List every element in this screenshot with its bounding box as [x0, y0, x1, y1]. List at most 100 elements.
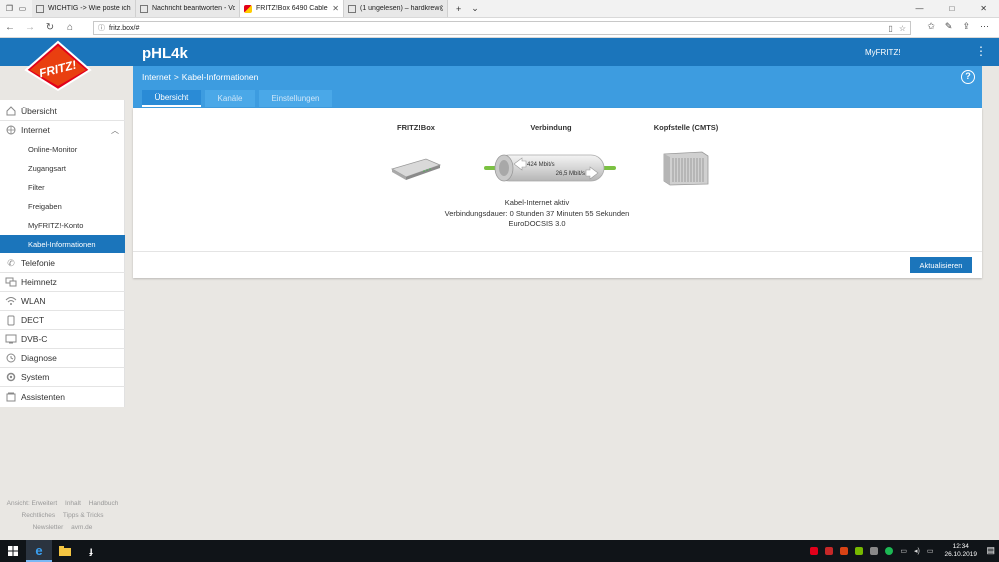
- sidebar-item-filter[interactable]: Filter: [0, 178, 125, 196]
- url-input[interactable]: ⓘ fritz.box/# ▯ ☆: [93, 21, 911, 35]
- home-icon: [4, 105, 18, 117]
- tab-title: Nachricht beantworten - Vo: [152, 5, 235, 12]
- url-text[interactable]: fritz.box/#: [109, 25, 882, 32]
- wifi-icon: [4, 295, 18, 307]
- forward-icon[interactable]: →: [20, 22, 40, 33]
- browser-tab[interactable]: WICHTIG -> Wie poste ich e: [32, 0, 136, 17]
- connection-tube: 424 Mbit/s 26,5 Mbit/s: [484, 154, 616, 182]
- sidebar-item-dvb-c[interactable]: DVB-C: [0, 330, 125, 348]
- sidebar-item-telefonie[interactable]: ✆ Telefonie: [0, 254, 125, 272]
- close-tab-icon[interactable]: ✕: [332, 4, 339, 13]
- clock[interactable]: 12:34 26.10.2019: [944, 543, 977, 559]
- browser-tab[interactable]: Nachricht beantworten - Vo: [136, 0, 240, 17]
- reading-view-icon[interactable]: ▯: [888, 24, 892, 33]
- footer-link[interactable]: avm.de: [71, 524, 92, 531]
- breadcrumb-parent[interactable]: Internet: [142, 72, 171, 82]
- notes-icon[interactable]: ✎: [945, 21, 953, 32]
- info-icon[interactable]: ⓘ: [98, 23, 105, 33]
- footer-link[interactable]: Handbuch: [89, 500, 119, 507]
- overview-card: [133, 108, 982, 278]
- sidebar-item-label: Assistenten: [21, 392, 65, 402]
- tab-uebersicht[interactable]: Übersicht: [142, 90, 201, 107]
- sidebar-item-dect[interactable]: DECT: [0, 311, 125, 329]
- spotify-icon[interactable]: [885, 547, 894, 555]
- chevron-up-icon[interactable]: ︿: [111, 125, 119, 136]
- volume-icon[interactable]: ◂): [914, 547, 920, 555]
- downstream-rate: 424 Mbit/s: [527, 162, 555, 168]
- network-tray-icon[interactable]: ▭: [900, 547, 907, 555]
- file-explorer-icon[interactable]: [52, 540, 78, 562]
- status-line: Kabel-Internet aktiv: [504, 198, 570, 207]
- start-icon[interactable]: [0, 540, 26, 562]
- tab-einstellungen[interactable]: Einstellungen: [259, 90, 332, 107]
- sidebar-item-wlan[interactable]: WLAN: [0, 292, 125, 310]
- tab-title: WICHTIG -> Wie poste ich e: [48, 5, 131, 12]
- more-icon[interactable]: ⋯: [980, 21, 989, 32]
- favorites-icon[interactable]: ✩: [927, 21, 935, 32]
- clock-time: 12:34: [952, 543, 969, 550]
- nvidia-icon[interactable]: [855, 547, 864, 555]
- tab-actions[interactable]: ❐ ▭: [0, 0, 32, 17]
- divider: [0, 386, 125, 387]
- myfritz-link[interactable]: MyFRITZ!: [865, 48, 901, 57]
- sidebar-item-label: Internet: [21, 125, 50, 135]
- sidebar-item-zugangsart[interactable]: Zugangsart: [0, 159, 125, 177]
- browser-tab-active[interactable]: FRITZ!Box 6490 Cable ✕: [240, 0, 344, 17]
- edge-browser-icon[interactable]: e: [26, 540, 52, 562]
- browser-tab[interactable]: (1 ungelesen) – hardkrew@: [344, 0, 448, 17]
- footer-links: Ansicht: Erweitert Inhalt Handbuch Recht…: [0, 498, 125, 534]
- fritzbox-column-title: FRITZ!Box: [397, 123, 435, 132]
- tab-list-chevron-icon[interactable]: ⌄: [471, 3, 479, 14]
- back-icon[interactable]: ←: [0, 22, 20, 33]
- sidebar-item-uebersicht[interactable]: Übersicht: [0, 102, 125, 120]
- sidebar-item-label: Heimnetz: [21, 277, 57, 287]
- notification-icon[interactable]: ▤: [986, 545, 995, 556]
- tray-app-icon[interactable]: [870, 547, 879, 555]
- tray-app-icon[interactable]: [810, 547, 819, 555]
- tab-kanaele[interactable]: Kanäle: [205, 90, 255, 107]
- sidebar-item-internet[interactable]: Internet ︿: [0, 121, 125, 139]
- app-icon[interactable]: ɟ: [78, 540, 104, 562]
- tray-app-icon[interactable]: [840, 547, 849, 555]
- fritz-favicon-icon: [244, 4, 252, 13]
- network-icon: [4, 276, 18, 288]
- sidebar-item-online-monitor[interactable]: Online-Monitor: [0, 140, 125, 158]
- close-window-icon[interactable]: ✕: [980, 4, 987, 13]
- set-aside-tabs-icon[interactable]: ❐: [6, 4, 13, 13]
- keyboard-icon[interactable]: ▭: [927, 547, 934, 555]
- maximize-icon[interactable]: □: [949, 4, 954, 13]
- diagnose-icon: [4, 352, 18, 364]
- sidebar-item-myfritz-konto[interactable]: MyFRITZ!-Konto: [0, 216, 125, 234]
- dect-icon: [4, 314, 18, 326]
- tray-app-icon[interactable]: [825, 547, 834, 555]
- footer-link[interactable]: Inhalt: [65, 500, 81, 507]
- minimize-icon[interactable]: —: [915, 4, 923, 13]
- status-line: Verbindungsdauer: 0 Stunden 37 Minuten 5…: [444, 208, 630, 218]
- home-page-icon[interactable]: ⌂: [60, 22, 80, 33]
- sidebar-item-assistenten[interactable]: Assistenten: [0, 388, 125, 406]
- sidebar-item-kabel-informationen[interactable]: Kabel-Informationen: [0, 235, 125, 253]
- refresh-button[interactable]: Aktualisieren: [910, 257, 972, 273]
- sidebar-item-system[interactable]: System: [0, 368, 125, 386]
- refresh-icon[interactable]: ↻: [40, 22, 60, 33]
- upstream-rate: 26,5 Mbit/s: [556, 171, 585, 177]
- footer-link[interactable]: Tipps & Tricks: [63, 512, 104, 519]
- sidebar-item-diagnose[interactable]: Diagnose: [0, 349, 125, 367]
- footer-link[interactable]: Ansicht: Erweitert: [7, 500, 58, 507]
- share-icon[interactable]: ⇪: [962, 21, 970, 32]
- favorite-star-icon[interactable]: ☆: [899, 24, 906, 33]
- status-line: EuroDOCSIS 3.0: [508, 219, 566, 228]
- fritz-logo[interactable]: FRITZ!: [22, 40, 94, 92]
- cmts-column-title: Kopfstelle (CMTS): [653, 123, 719, 132]
- footer-link[interactable]: Rechtliches: [22, 512, 56, 519]
- system-tray: ▭ ◂) ▭ 12:34 26.10.2019: [810, 540, 977, 562]
- menu-kebab-icon[interactable]: ⋮: [975, 44, 987, 58]
- sidebar-item-heimnetz[interactable]: Heimnetz: [0, 273, 125, 291]
- sidebar-item-freigaben[interactable]: Freigaben: [0, 197, 125, 215]
- page-icon: [36, 4, 44, 13]
- help-icon[interactable]: ?: [961, 70, 975, 84]
- mail-icon: [348, 4, 356, 13]
- new-tab-icon[interactable]: +: [456, 4, 461, 14]
- tab-preview-icon[interactable]: ▭: [19, 4, 27, 13]
- footer-link[interactable]: Newsletter: [33, 524, 64, 531]
